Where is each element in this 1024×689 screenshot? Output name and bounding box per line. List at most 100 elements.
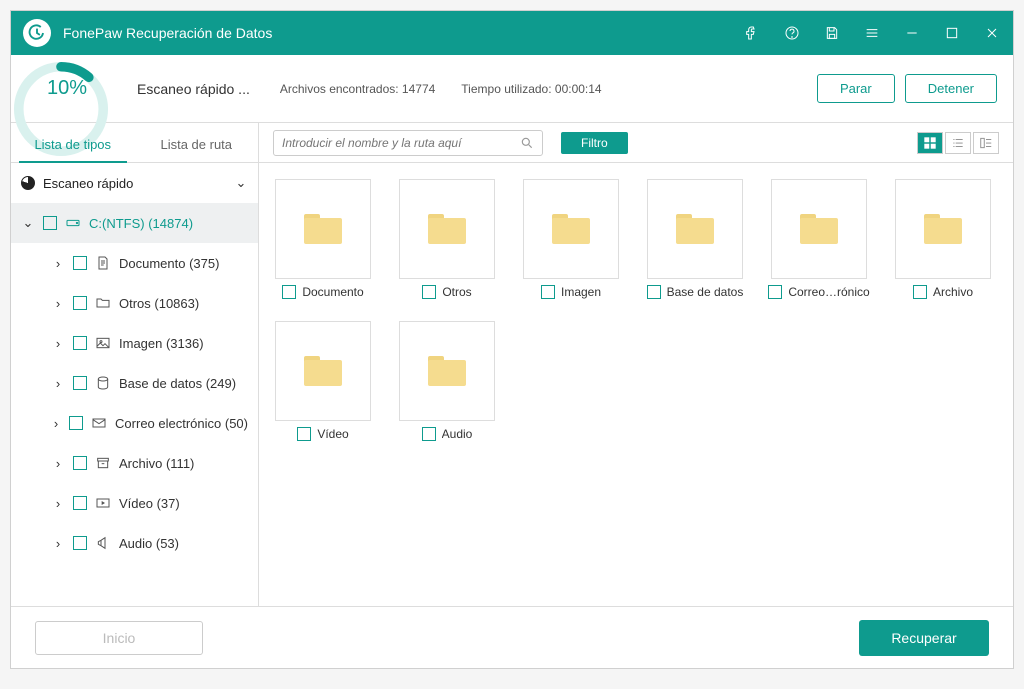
chevron-right-icon[interactable]: ›	[51, 296, 65, 311]
database-icon	[95, 375, 111, 391]
chevron-right-icon[interactable]: ›	[51, 496, 65, 511]
folder-icon	[676, 214, 714, 244]
tile-label: Archivo	[933, 285, 973, 299]
checkbox[interactable]	[73, 376, 87, 390]
grid-tile-video[interactable]: Vídeo	[275, 321, 371, 441]
view-list-button[interactable]	[945, 132, 971, 154]
checkbox[interactable]	[647, 285, 661, 299]
tree-header-label: Escaneo rápido	[43, 176, 133, 191]
tree-drive-label: C:(NTFS) (14874)	[89, 216, 193, 231]
view-detail-button[interactable]	[973, 132, 999, 154]
chevron-down-icon[interactable]: ⌄	[21, 215, 35, 231]
checkbox[interactable]	[297, 427, 311, 441]
tree-item-documento[interactable]: › Documento (375)	[11, 243, 258, 283]
app-logo	[23, 19, 51, 47]
checkbox[interactable]	[73, 256, 87, 270]
checkbox[interactable]	[541, 285, 555, 299]
tree-item-otros[interactable]: › Otros (10863)	[11, 283, 258, 323]
grid-tile-archivo[interactable]: Archivo	[895, 179, 991, 299]
tree-item-imagen[interactable]: › Imagen (3136)	[11, 323, 258, 363]
tab-type-list[interactable]: Lista de tipos	[11, 137, 135, 162]
email-icon	[91, 415, 107, 431]
video-icon	[95, 495, 111, 511]
tree-item-video[interactable]: › Vídeo (37)	[11, 483, 258, 523]
results-grid: Documento Otros Imagen Base de datos Cor…	[259, 163, 1013, 457]
folder-icon	[304, 356, 342, 386]
tree-item-label: Vídeo (37)	[119, 496, 180, 511]
checkbox[interactable]	[422, 427, 436, 441]
tile-label: Vídeo	[317, 427, 348, 441]
facebook-icon[interactable]	[743, 24, 761, 42]
tree-item-label: Correo electrónico (50)	[115, 416, 248, 431]
chevron-right-icon[interactable]: ›	[51, 376, 65, 391]
checkbox[interactable]	[768, 285, 782, 299]
close-icon[interactable]	[983, 24, 1001, 42]
save-icon[interactable]	[823, 24, 841, 42]
archive-icon	[95, 455, 111, 471]
checkbox[interactable]	[73, 536, 87, 550]
tree-item-label: Audio (53)	[119, 536, 179, 551]
tree-item-correo[interactable]: › Correo electrónico (50)	[11, 403, 258, 443]
chevron-down-icon[interactable]: ⌄	[234, 175, 248, 191]
tree-item-label: Otros (10863)	[119, 296, 199, 311]
grid-tile-basededatos[interactable]: Base de datos	[647, 179, 743, 299]
grid-tile-correo[interactable]: Correo…rónico	[771, 179, 867, 299]
search-input[interactable]	[282, 136, 520, 150]
home-button[interactable]: Inicio	[35, 621, 203, 655]
maximize-icon[interactable]	[943, 24, 961, 42]
search-input-wrapper[interactable]	[273, 130, 543, 156]
checkbox[interactable]	[73, 496, 87, 510]
chevron-right-icon[interactable]: ›	[51, 336, 65, 351]
chevron-right-icon[interactable]: ›	[51, 456, 65, 471]
tree-item-audio[interactable]: › Audio (53)	[11, 523, 258, 563]
chevron-right-icon[interactable]: ›	[51, 256, 65, 271]
chevron-right-icon[interactable]: ›	[51, 416, 61, 431]
checkbox[interactable]	[73, 336, 87, 350]
tree-item-label: Base de datos (249)	[119, 376, 236, 391]
folder-icon	[552, 214, 590, 244]
menu-icon[interactable]	[863, 24, 881, 42]
feedback-icon[interactable]	[783, 24, 801, 42]
checkbox[interactable]	[73, 296, 87, 310]
grid-tile-otros[interactable]: Otros	[399, 179, 495, 299]
image-icon	[95, 335, 111, 351]
tile-label: Audio	[442, 427, 473, 441]
folder-icon	[428, 214, 466, 244]
recover-button[interactable]: Recuperar	[859, 620, 989, 656]
minimize-icon[interactable]	[903, 24, 921, 42]
checkbox[interactable]	[69, 416, 83, 430]
files-found-label: Archivos encontrados: 14774	[280, 82, 435, 96]
checkbox[interactable]	[73, 456, 87, 470]
grid-tile-imagen[interactable]: Imagen	[523, 179, 619, 299]
search-icon	[520, 136, 534, 150]
pie-chart-icon	[21, 176, 35, 190]
drive-icon	[65, 215, 81, 231]
tree-item-basededatos[interactable]: › Base de datos (249)	[11, 363, 258, 403]
filter-button[interactable]: Filtro	[561, 132, 628, 154]
stop-button[interactable]: Detener	[905, 74, 997, 103]
grid-tile-audio[interactable]: Audio	[399, 321, 495, 441]
folder-icon	[428, 356, 466, 386]
checkbox[interactable]	[913, 285, 927, 299]
audio-icon	[95, 535, 111, 551]
tree-item-label: Archivo (111)	[119, 456, 194, 471]
tree-scan-header[interactable]: Escaneo rápido ⌄	[11, 163, 258, 203]
tile-label: Documento	[302, 285, 363, 299]
grid-tile-documento[interactable]: Documento	[275, 179, 371, 299]
tree-item-archivo[interactable]: › Archivo (111)	[11, 443, 258, 483]
scan-status-label: Escaneo rápido ...	[137, 81, 250, 97]
checkbox[interactable]	[282, 285, 296, 299]
checkbox[interactable]	[43, 216, 57, 230]
view-grid-button[interactable]	[917, 132, 943, 154]
progress-percent: 10%	[27, 77, 107, 100]
document-icon	[95, 255, 111, 271]
chevron-right-icon[interactable]: ›	[51, 536, 65, 551]
tree-drive-row[interactable]: ⌄ C:(NTFS) (14874)	[11, 203, 258, 243]
pause-button[interactable]: Parar	[817, 74, 895, 103]
tile-label: Correo…rónico	[788, 285, 869, 299]
tab-path-list[interactable]: Lista de ruta	[135, 137, 259, 162]
tile-label: Base de datos	[667, 285, 744, 299]
checkbox[interactable]	[422, 285, 436, 299]
folder-icon	[304, 214, 342, 244]
folder-icon	[800, 214, 838, 244]
